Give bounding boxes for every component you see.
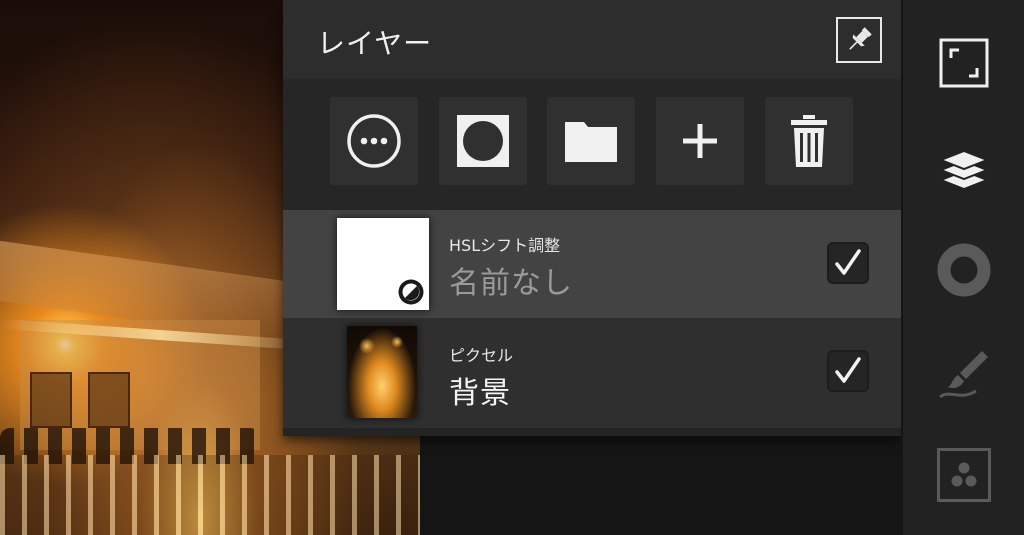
checkmark-icon [835, 249, 861, 275]
layer-thumbnail [337, 218, 429, 310]
pushpin-icon [849, 27, 872, 50]
checkmark-icon [835, 357, 861, 383]
add-mask-button[interactable] [439, 97, 527, 185]
photo-window [30, 372, 72, 428]
layers-panel: レイヤー HSLシフト調整 名前なし ピクセル 背景 [283, 0, 901, 436]
layers-button[interactable] [929, 133, 999, 203]
layers-stack-icon [939, 149, 989, 191]
layer-visibility-checkbox[interactable] [827, 350, 869, 392]
layer-name-label: 名前なし [449, 266, 573, 301]
panel-title: レイヤー [317, 27, 433, 60]
mask-circle-icon [457, 115, 509, 167]
effects-button[interactable] [929, 440, 999, 510]
photo-railing [0, 455, 420, 535]
trash-icon [791, 115, 827, 167]
folder-icon [565, 122, 617, 162]
layer-type-label: ピクセル [449, 346, 514, 365]
layer-row-hsl[interactable]: HSLシフト調整 名前なし [283, 210, 901, 318]
layer-row-background[interactable]: ピクセル 背景 [283, 318, 901, 428]
layer-name-label: 背景 [449, 376, 511, 411]
ring-icon [937, 243, 991, 297]
layers-panel-header: レイヤー [283, 0, 901, 79]
layer-visibility-checkbox[interactable] [827, 242, 869, 284]
delete-layer-button[interactable] [765, 97, 853, 185]
brush-icon [939, 351, 988, 399]
add-layer-button[interactable] [656, 97, 744, 185]
layer-type-label: HSLシフト調整 [449, 236, 561, 255]
layer-thumbnail [347, 326, 417, 418]
fullscreen-button[interactable] [929, 28, 999, 98]
right-sidebar [901, 0, 1024, 535]
brush-button[interactable] [929, 338, 999, 408]
adjustments-button[interactable] [929, 235, 999, 305]
layers-toolbar [283, 79, 901, 210]
new-folder-button[interactable] [547, 97, 635, 185]
adjustment-layer-icon [398, 279, 424, 305]
ellipsis-circle-icon [347, 114, 401, 168]
more-options-button[interactable] [330, 97, 418, 185]
fullscreen-corners-icon [939, 38, 989, 88]
panel-bottom-divider [283, 428, 901, 436]
pin-button[interactable] [836, 17, 882, 63]
photo-window [88, 372, 130, 428]
plus-icon [683, 124, 717, 158]
dots-cluster-icon [937, 448, 991, 502]
